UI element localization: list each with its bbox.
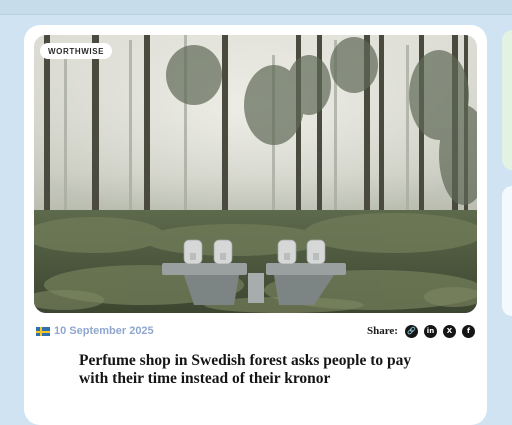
article-card[interactable]: WORTHWISE 10 September 2025 Share: 🔗 in …: [24, 25, 487, 425]
article-meta: 10 September 2025 Share: 🔗 in X f: [34, 323, 477, 341]
adjacent-card-lower[interactable]: [502, 186, 512, 316]
article-headline[interactable]: Perfume shop in Swedish forest asks peop…: [79, 352, 439, 388]
x-icon[interactable]: X: [443, 325, 456, 338]
top-bar: [0, 0, 512, 15]
share-label: Share:: [367, 325, 398, 337]
linkedin-icon[interactable]: in: [424, 325, 437, 338]
forest-photo: [34, 35, 477, 313]
category-badge[interactable]: WORTHWISE: [40, 43, 113, 59]
publish-date: 10 September 2025: [54, 325, 154, 337]
link-icon[interactable]: 🔗: [405, 325, 418, 338]
facebook-icon[interactable]: f: [462, 325, 475, 338]
adjacent-card[interactable]: [502, 30, 512, 170]
sweden-flag-icon: [36, 327, 50, 336]
article-hero-image[interactable]: WORTHWISE: [34, 35, 477, 313]
